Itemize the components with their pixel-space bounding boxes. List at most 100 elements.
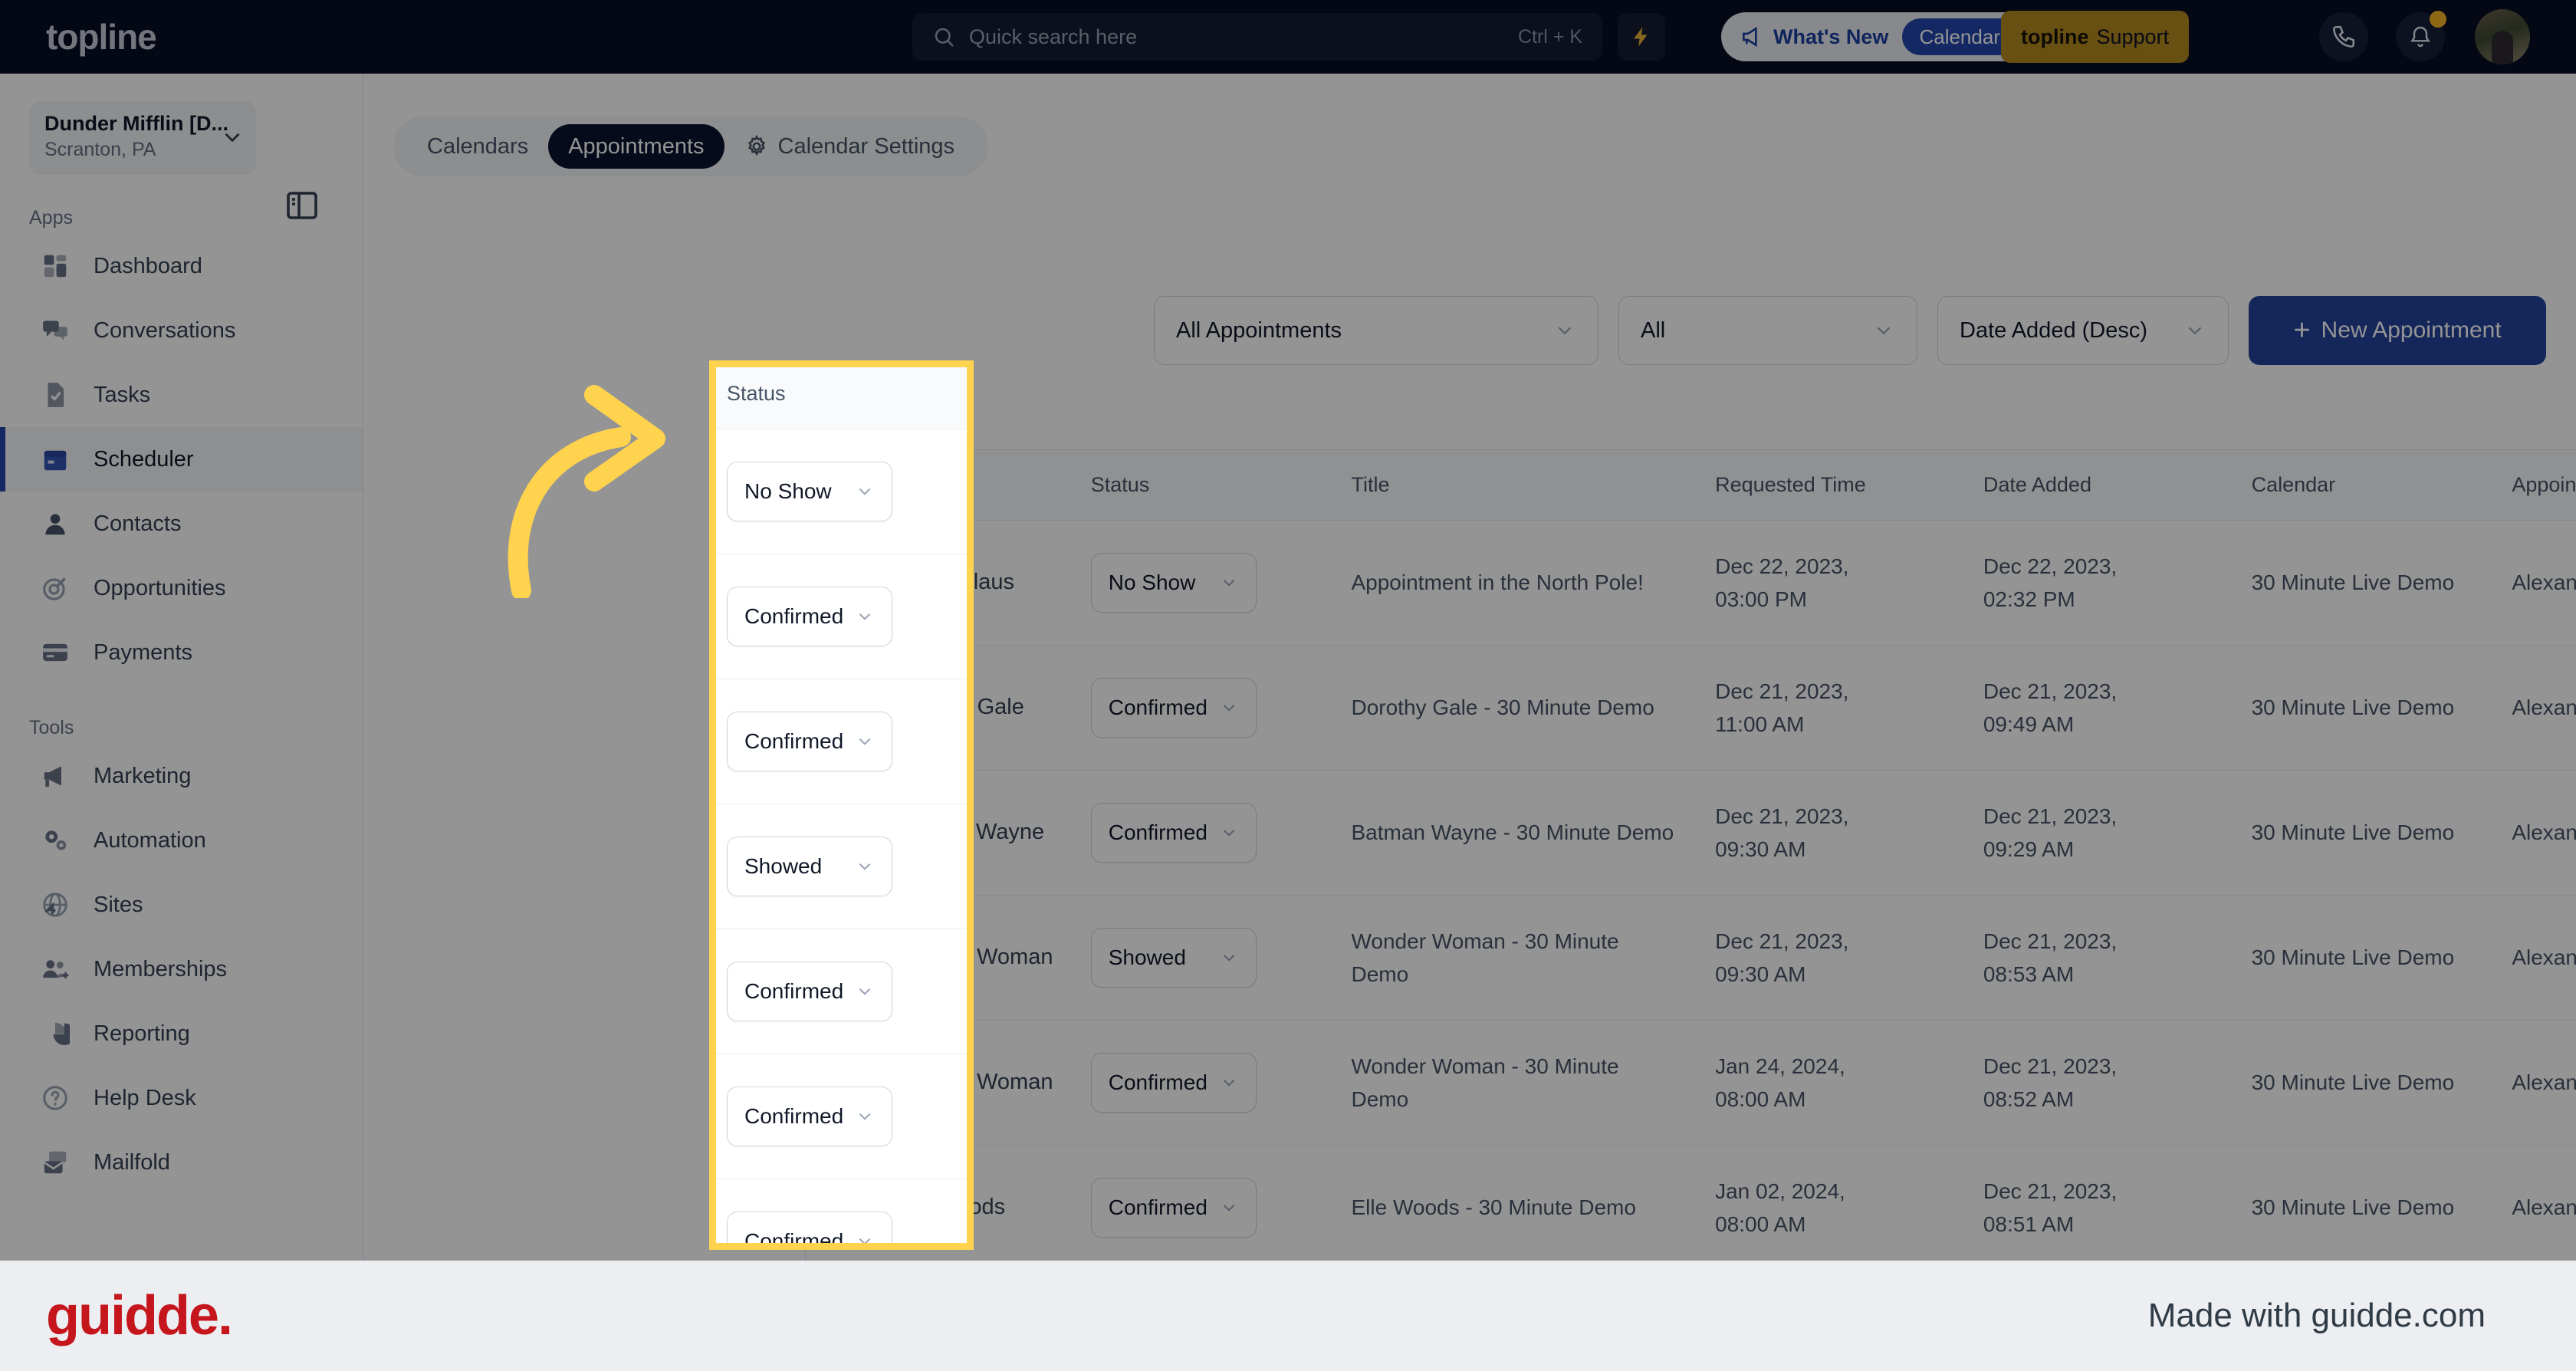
cell-calendar: 30 Minute Live Demo — [2235, 521, 2496, 645]
megaphone-new-icon — [1743, 26, 1757, 48]
organization-selector[interactable]: Dunder Mifflin [D... Scranton, PA — [29, 101, 256, 175]
tab-appointments[interactable]: Appointments — [548, 124, 724, 169]
sidebar-item-marketing[interactable]: Marketing — [0, 744, 363, 808]
appointments-table: Name Status Title Requested Time Date Added C… — [805, 449, 2576, 1371]
sidebar-item-label: Tasks — [94, 382, 151, 407]
support-label: Support — [2096, 25, 2170, 48]
phone-button[interactable] — [2319, 12, 2368, 61]
status-dropdown[interactable]: Confirmed — [1090, 1178, 1257, 1238]
support-button[interactable]: topline Support — [2001, 11, 2190, 63]
main-content: Calendars Appointments Calendar Settings… — [363, 74, 2576, 1371]
status-value: Confirmed — [1108, 1195, 1208, 1219]
cell-date-added: Dec 21, 2023, 08:53 AM — [1967, 896, 2235, 1020]
requested-time: Dec 22, 2023, 03:00 PM — [1715, 554, 1849, 611]
sidebar-item-help-desk[interactable]: Help Desk — [0, 1066, 363, 1130]
sidebar-item-tasks[interactable]: Tasks — [0, 363, 363, 427]
sidebar-item-conversations[interactable]: Conversations — [0, 298, 363, 363]
sidebar-item-label: Scheduler — [94, 446, 194, 472]
chevron-down-icon — [1558, 327, 1572, 335]
calendar-name: 30 Minute Live Demo — [2251, 695, 2455, 720]
chevron-down-icon — [2188, 327, 2202, 335]
column-header[interactable]: Appointment Owner — [2495, 450, 2576, 520]
whats-new-label: What's New — [1773, 25, 1889, 48]
new-appointment-button[interactable]: + New Appointment — [2249, 296, 2546, 365]
sidebar-item-scheduler[interactable]: Scheduler — [0, 427, 363, 492]
cell-title: Appointment in the North Pole! — [1334, 521, 1698, 645]
cell-owner: Alexander Skatell — [2495, 771, 2576, 895]
cell-requested-time: Jan 24, 2024, 08:00 AM — [1698, 1021, 1967, 1145]
status-dropdown[interactable]: Confirmed — [1090, 803, 1257, 863]
contact-name: Batman Wayne — [893, 820, 1045, 845]
tab-calendar-settings[interactable]: Calendar Settings — [724, 124, 975, 169]
made-with-guidde-label: Made with guidde.com — [2147, 1297, 2486, 1334]
select-value: Date Added (Desc) — [1960, 317, 2148, 343]
table-row[interactable]: DG Dorothy Gale Confirmed Dorothy Gale - 30… — [806, 646, 2576, 771]
contact-name: Wonder Woman — [893, 1070, 1053, 1095]
globe-cursor-icon — [40, 889, 71, 920]
tab-label: Calendar Settings — [777, 133, 955, 159]
status-dropdown[interactable]: Confirmed — [1090, 678, 1257, 738]
appointment-scope-select[interactable]: All Appointments — [1154, 296, 1598, 365]
avatar: WW — [823, 1056, 876, 1110]
status-dropdown[interactable]: Confirmed — [1090, 1053, 1257, 1113]
table-row[interactable]: BW Batman Wayne Confirmed Batman Wayne - 30… — [806, 771, 2576, 896]
sidebar-item-reporting[interactable]: Reporting — [0, 1001, 363, 1066]
column-header[interactable]: Title — [1334, 450, 1698, 520]
table-row[interactable]: WW Wonder Woman Confirmed Wonder Woman - 30… — [806, 1021, 2576, 1146]
tab-label: Appointments — [568, 133, 705, 159]
contact-name: Elle Woods — [893, 1195, 1006, 1220]
cell-calendar: 30 Minute Live Demo — [2235, 1021, 2496, 1145]
column-header[interactable]: Calendar — [2235, 450, 2496, 520]
sidebar-item-label: Sites — [94, 892, 143, 917]
sidebar-item-mailfold[interactable]: Mailfold — [0, 1130, 363, 1195]
cell-calendar: 30 Minute Live Demo — [2235, 771, 2496, 895]
cell-status: Confirmed — [1074, 646, 1335, 770]
sidebar-item-memberships[interactable]: Memberships — [0, 937, 363, 1001]
credit-card-icon — [40, 637, 71, 668]
user-avatar[interactable] — [2475, 9, 2530, 64]
appointment-title: Appointment in the North Pole! — [1351, 570, 1644, 595]
sidebar-item-contacts[interactable]: Contacts — [0, 492, 363, 556]
person-icon — [40, 508, 71, 539]
status-filter-select[interactable]: All — [1618, 296, 1917, 365]
sidebar-item-sites[interactable]: Sites — [0, 873, 363, 937]
appointment-owner: Alexander Skatell — [2512, 1195, 2576, 1220]
sidebar-item-dashboard[interactable]: Dashboard — [0, 234, 363, 298]
avatar: EW — [823, 1181, 876, 1235]
sidebar: Dunder Mifflin [D... Scranton, PA Apps D… — [0, 74, 363, 1371]
select-value: All Appointments — [1176, 317, 1342, 343]
column-header[interactable]: Name — [806, 450, 1074, 520]
appointment-title: Elle Woods - 30 Minute Demo — [1351, 1195, 1636, 1220]
sidebar-item-automation[interactable]: Automation — [0, 808, 363, 873]
cell-requested-time: Dec 21, 2023, 09:30 AM — [1698, 896, 1967, 1020]
tab-calendars[interactable]: Calendars — [407, 124, 548, 169]
cell-requested-time: Dec 21, 2023, 11:00 AM — [1698, 646, 1967, 770]
table-row[interactable]: WW Wonder Woman Showed Wonder Woman - 30 Mi… — [806, 896, 2576, 1021]
sort-select[interactable]: Date Added (Desc) — [1937, 296, 2229, 365]
table-row[interactable]: SC Santa Claus No Show Appointment in the N… — [806, 521, 2576, 646]
phone-icon — [2332, 25, 2355, 48]
cell-owner: Alexander Skatell — [2495, 521, 2576, 645]
chat-bubbles-icon — [40, 315, 71, 346]
status-dropdown[interactable]: Showed — [1090, 928, 1257, 988]
table-row[interactable]: EW Elle Woods Confirmed Elle Woods - 30 Min… — [806, 1146, 2576, 1271]
column-header[interactable]: Date Added — [1967, 450, 2235, 520]
search-input[interactable]: Quick search here Ctrl + K — [912, 13, 1602, 61]
panel-toggle-icon[interactable] — [284, 187, 320, 224]
contact-name: Dorothy Gale — [893, 695, 1024, 720]
sidebar-item-opportunities[interactable]: Opportunities — [0, 556, 363, 620]
cell-title: Batman Wayne - 30 Minute Demo — [1334, 771, 1698, 895]
status-dropdown[interactable]: No Show — [1090, 553, 1257, 613]
quick-actions-button[interactable] — [1618, 13, 1665, 61]
column-header[interactable]: Requested Time — [1698, 450, 1967, 520]
requested-time: Jan 02, 2024, 08:00 AM — [1715, 1179, 1845, 1236]
cell-name: BW Batman Wayne — [806, 771, 1074, 895]
avatar: DG — [823, 681, 876, 735]
calendar-name: 30 Minute Live Demo — [2251, 1195, 2455, 1220]
sidebar-item-label: Help Desk — [94, 1085, 196, 1110]
column-header[interactable]: Status — [1074, 450, 1335, 520]
sidebar-item-payments[interactable]: Payments — [0, 620, 363, 685]
cell-status: No Show — [1074, 521, 1335, 645]
cell-date-added: Dec 21, 2023, 08:51 AM — [1967, 1146, 2235, 1270]
notifications-button[interactable] — [2396, 11, 2446, 61]
